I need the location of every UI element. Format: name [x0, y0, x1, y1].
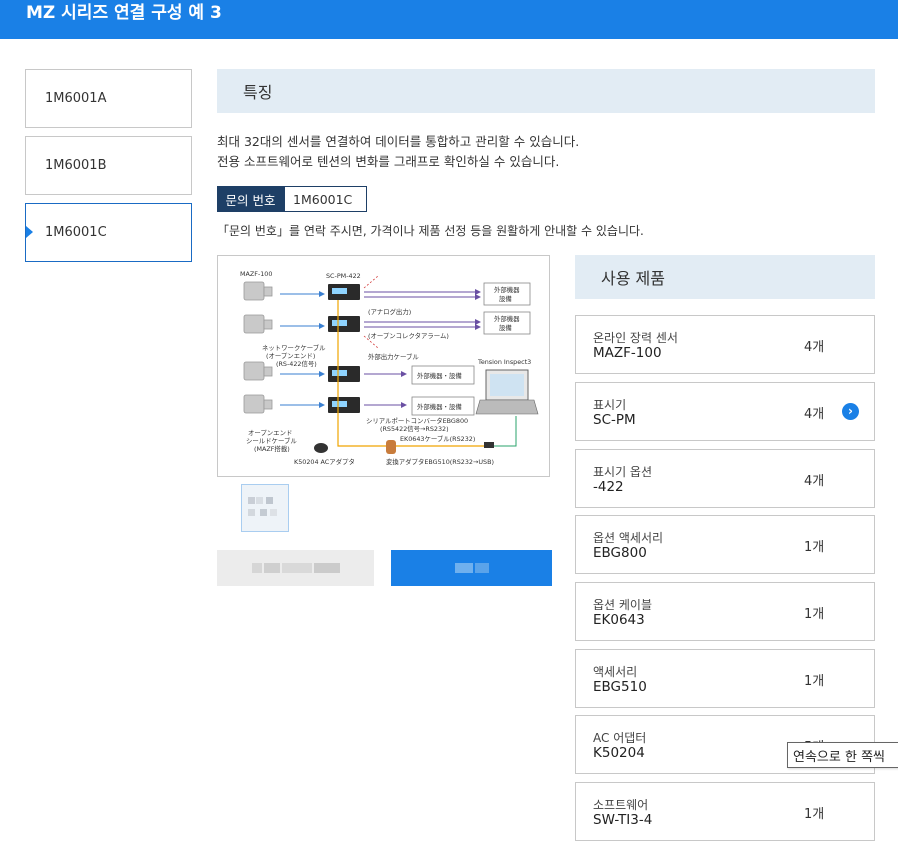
- diagram-label: 外部機器・設備: [417, 402, 462, 411]
- product-qty: 1개: [804, 674, 825, 689]
- diagram-label: 設備: [499, 294, 512, 303]
- feature-line: 전용 소프트웨어로 텐션의 변화를 그래프로 확인하실 수 있습니다.: [217, 154, 560, 169]
- diagram-label: K50204 ACアダプタ: [294, 457, 355, 466]
- products-heading: 사용 제품: [575, 255, 875, 299]
- connection-diagram[interactable]: MAZF-100 SC-PM-422 (アナログ出力) (オープンコレクタアラー…: [217, 255, 550, 477]
- diagram-label: シリアルポートコンバータEBG800: [366, 416, 468, 425]
- product-category: 소프트웨어: [593, 798, 649, 812]
- product-qty: 4개: [804, 407, 825, 422]
- chevron-right-icon[interactable]: ›: [842, 403, 859, 420]
- primary-button[interactable]: [391, 550, 552, 586]
- product-card[interactable]: 표시기 SC-PM 4개 ›: [575, 382, 875, 441]
- product-category: 표시기 옵션: [593, 465, 653, 479]
- sidebar-item-label: 1M6001C: [45, 225, 107, 240]
- sidebar-item-1m6001b[interactable]: 1M6001B: [25, 136, 192, 195]
- diagram-label: シールドケーブル: [246, 436, 297, 445]
- diagram-label: ネットワークケーブル: [262, 343, 326, 352]
- diagram-label: オープンエンド: [248, 429, 292, 437]
- product-category: 액세서리: [593, 665, 638, 679]
- page-header: MZ 시리즈 연결 구성 예 3: [0, 0, 898, 39]
- product-card[interactable]: 옵션 액세서리 EBG800 1개: [575, 515, 875, 574]
- sidebar-item-1m6001c[interactable]: 1M6001C: [25, 203, 192, 262]
- ac-adapter-icon: [314, 443, 328, 453]
- feature-line: 최대 32대의 센서를 연결하여 데이터를 통합하고 관리할 수 있습니다.: [217, 134, 580, 149]
- diagram-label: (MAZF搭載): [254, 444, 290, 453]
- sidebar-item-label: 1M6001B: [45, 158, 107, 173]
- product-card[interactable]: 옵션 케이블 EK0643 1개: [575, 582, 875, 641]
- product-qty: 4개: [804, 474, 825, 489]
- diagram-label: (オープンエンド): [266, 352, 315, 360]
- secondary-button[interactable]: [217, 550, 374, 586]
- product-card[interactable]: 표시기 옵션 -422 4개: [575, 449, 875, 508]
- active-arrow-icon: [26, 226, 33, 238]
- product-code: K50204: [593, 745, 645, 761]
- diagram-label: (オープンコレクタアラーム): [368, 331, 449, 340]
- diagram-label: EK0643ケーブル(RS232): [400, 434, 475, 443]
- sidebar-item-label: 1M6001A: [45, 91, 107, 106]
- product-code: EBG800: [593, 545, 647, 561]
- diagram-label: 外部出力ケーブル: [368, 352, 419, 361]
- product-qty: 1개: [804, 540, 825, 555]
- diagram-thumbnail[interactable]: [241, 484, 289, 532]
- page-title: MZ 시리즈 연결 구성 예 3: [26, 3, 222, 23]
- product-code: -422: [593, 479, 624, 495]
- inquiry-label: 문의 번호: [217, 186, 284, 212]
- product-card[interactable]: 온라인 장력 센서 MAZF-100 4개: [575, 315, 875, 374]
- indicator-icon: [328, 284, 360, 413]
- product-code: SW-TI3-4: [593, 812, 653, 828]
- diagram-label: MAZF-100: [240, 270, 272, 278]
- converter-icon: [386, 440, 396, 454]
- product-category: AC 어댑터: [593, 731, 647, 745]
- diagram-label: 外部機器: [494, 314, 520, 323]
- diagram-label: (RS-422信号): [276, 359, 317, 368]
- inquiry-number: 1M6001C: [284, 186, 367, 212]
- diagram-label: (アナログ出力): [368, 307, 411, 316]
- product-category: 온라인 장력 센서: [593, 331, 678, 345]
- product-category: 옵션 케이블: [593, 598, 653, 612]
- features-title: 특징: [243, 83, 273, 102]
- product-qty: 4개: [804, 340, 825, 355]
- product-qty: 1개: [804, 607, 825, 622]
- product-category: 표시기: [593, 398, 627, 412]
- product-card[interactable]: 소프트웨어 SW-TI3-4 1개: [575, 782, 875, 841]
- tooltip: 연속으로 한 쪽씩: [787, 742, 898, 768]
- features-heading: 특징: [217, 69, 875, 113]
- sidebar-item-1m6001a[interactable]: 1M6001A: [25, 69, 192, 128]
- diagram-label: 変換アダプタEBG510(RS232→USB): [386, 457, 494, 466]
- diagram-label: (RS5422信号→RS232): [380, 424, 449, 433]
- diagram-label: Tension Inspect3: [477, 358, 531, 366]
- diagram-label: 設備: [499, 323, 512, 332]
- product-code: MAZF-100: [593, 345, 662, 361]
- product-category: 옵션 액세서리: [593, 531, 664, 545]
- diagram-label: 外部機器・設備: [417, 371, 462, 380]
- diagram-label: 外部機器: [494, 285, 520, 294]
- product-code: EBG510: [593, 679, 647, 695]
- diagram-svg: MAZF-100 SC-PM-422 (アナログ出力) (オープンコレクタアラー…: [240, 270, 539, 466]
- product-code: SC-PM: [593, 412, 636, 428]
- inquiry-note: 「문의 번호」를 연락 주시면, 가격이나 제품 선정 등을 원활하게 안내할 …: [217, 224, 644, 238]
- laptop-icon: [475, 369, 539, 415]
- product-card[interactable]: 액세서리 EBG510 1개: [575, 649, 875, 708]
- diagram-label: SC-PM-422: [326, 272, 361, 280]
- product-code: EK0643: [593, 612, 645, 628]
- product-qty: 1개: [804, 807, 825, 822]
- products-title: 사용 제품: [601, 269, 665, 288]
